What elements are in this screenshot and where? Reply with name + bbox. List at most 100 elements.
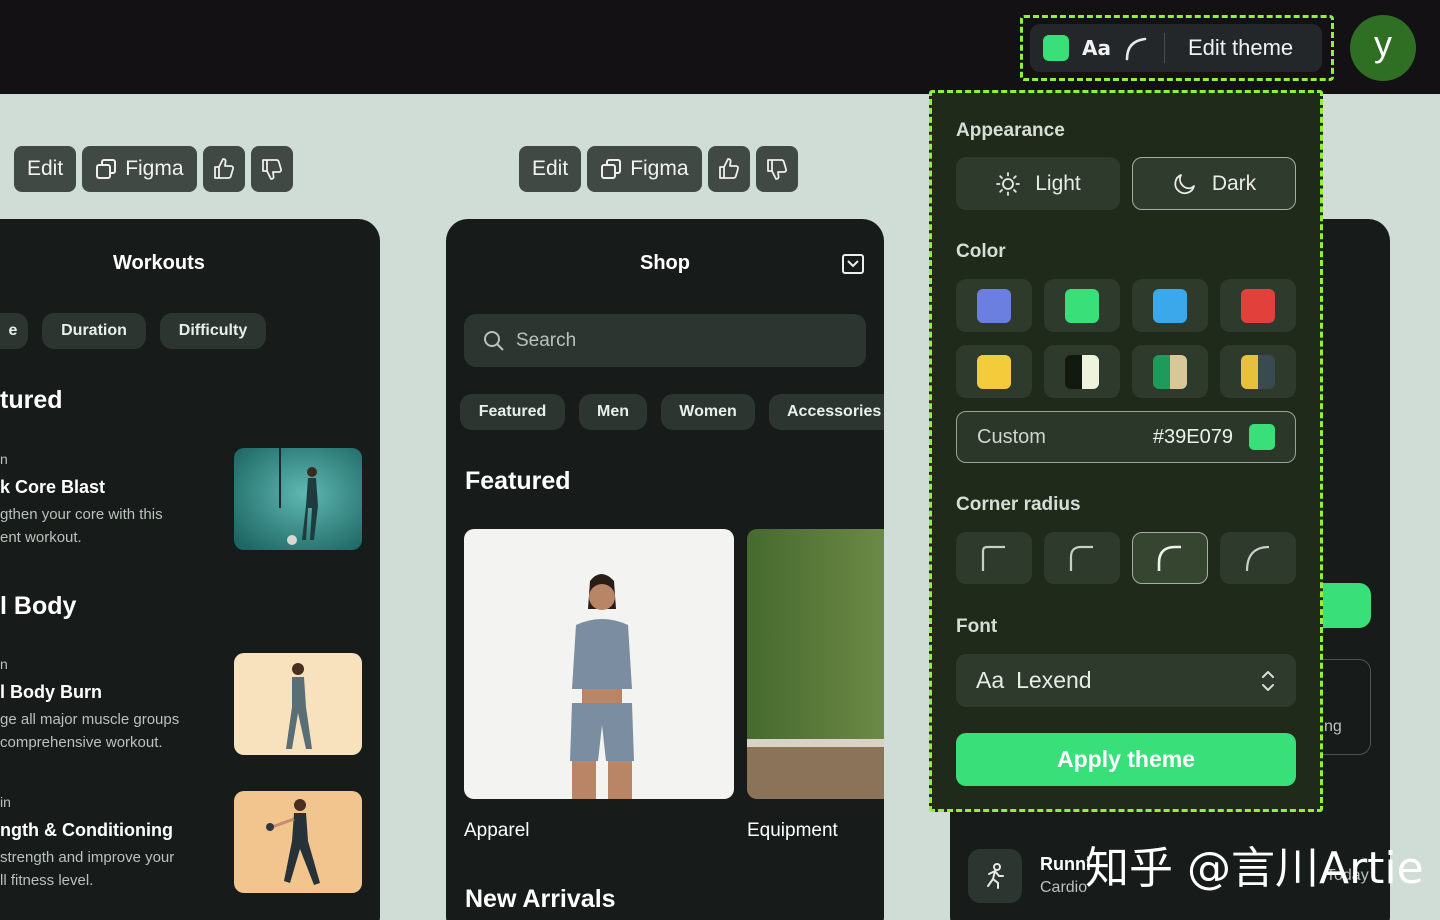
corner-radius-option-3[interactable] [1132,532,1208,584]
search-input[interactable]: Search [464,314,866,367]
product-card-equipment[interactable] [747,529,884,799]
category-chip-men[interactable]: Men [579,394,647,430]
copy-icon [96,159,117,179]
workout-description: gthen your core with this ent workout. [0,506,163,546]
font-select[interactable]: Aa Lexend [956,654,1296,707]
font-glyph: Aa [1082,36,1111,60]
color-label: Color [956,241,1006,262]
color-swatch-fill [1153,354,1187,389]
divider [1163,33,1165,63]
corner-radius-label: Corner radius [956,494,1081,515]
filter-chip-difficulty[interactable]: Difficulty [160,313,266,349]
color-swatch-green-tan[interactable] [1132,345,1208,398]
edit-theme-highlight: Aa Edit theme [1020,15,1334,81]
font-prefix: Aa [976,667,1005,693]
category-chip-featured[interactable]: Featured [460,394,565,430]
equipment-image [747,529,884,799]
running-icon [987,863,1004,889]
apparel-image [464,529,734,799]
figma-button[interactable]: Figma [82,146,197,192]
thumbs-down-button[interactable] [755,146,798,192]
workout-name[interactable]: ngth & Conditioning [0,820,173,841]
custom-hex-value: #39E079 [1152,425,1233,448]
color-swatch-green[interactable] [1044,279,1120,332]
preview-toolbar-2: Edit Figma [519,146,798,192]
edit-button[interactable]: Edit [519,146,582,192]
custom-color-preview [1249,424,1275,450]
color-swatch-gold-slate[interactable] [1220,345,1296,398]
avatar[interactable]: y [1350,15,1416,81]
woman-exercising-image [234,791,362,893]
woman-exercising-image [234,653,362,755]
section-title-featured: tured [0,386,63,414]
search-icon [484,330,504,351]
color-swatch-fill [1065,288,1099,323]
color-swatch-black-cream[interactable] [1044,345,1120,398]
page-title: Shop [640,252,690,274]
activity-type: Cardio [1040,879,1088,896]
workout-thumbnail[interactable] [234,653,362,755]
primary-action-button[interactable] [1323,583,1371,628]
workout-name[interactable]: l Body Burn [0,682,102,703]
thumbs-up-icon [718,158,739,179]
product-card-apparel[interactable] [464,529,734,799]
section-title-new-arrivals: New Arrivals [465,885,616,913]
corner-radius-option-4[interactable] [1220,532,1296,584]
workout-name[interactable]: k Core Blast [0,477,105,498]
thumbs-up-button[interactable] [707,146,750,192]
workout-thumbnail[interactable] [234,791,362,893]
color-swatch-sky-blue[interactable] [1132,279,1208,332]
category-chip-accessories[interactable]: Accessories [769,394,884,430]
workout-description: ge all major muscle groups comprehensive … [0,711,180,751]
color-swatch-fill [1153,288,1187,323]
stat-card-label: ng [1324,718,1342,735]
dark-label: Dark [1211,171,1257,195]
preview-toolbar-1: Edit Figma [14,146,293,192]
workout-description: strength and improve your ll fitness leve… [0,849,175,889]
section-title-full-body: l Body [0,592,77,620]
corner-radius-icon [981,545,1005,571]
color-swatch-fill [977,354,1011,389]
light-mode-button[interactable]: Light [956,157,1120,210]
thumbs-up-icon [213,158,234,179]
section-title-featured: Featured [465,467,571,495]
figma-button[interactable]: Figma [587,146,702,192]
corner-radius-icon [1069,545,1093,571]
light-label: Light [1035,171,1081,195]
dark-mode-button[interactable]: Dark [1132,157,1296,210]
page-title: Workouts [113,252,205,274]
color-swatch-fill [1241,288,1275,323]
apply-theme-button[interactable]: Apply theme [956,733,1296,786]
workout-duration: n [0,656,8,672]
edit-label: Edit [27,157,64,180]
edit-button[interactable]: Edit [14,146,77,192]
workout-duration: in [0,794,11,810]
color-swatch-fill [1241,354,1275,389]
filter-chip-duration[interactable]: Duration [42,313,146,349]
activity-name[interactable]: Runni [1040,854,1091,875]
corner-radius-option-1[interactable] [956,532,1032,584]
corner-radius-icon [1245,545,1270,572]
sun-icon [996,171,1021,196]
workout-thumbnail[interactable] [234,448,362,550]
cart-icon[interactable] [841,253,865,275]
filter-chip[interactable]: e [0,313,28,349]
color-swatch-purple-blue[interactable] [956,279,1032,332]
corner-radius-icon [1157,545,1181,571]
thumbs-down-button[interactable] [250,146,293,192]
appearance-label: Appearance [956,120,1065,141]
custom-color-field[interactable]: Custom #39E079 [956,411,1296,463]
color-swatch-red[interactable] [1220,279,1296,332]
font-label: Font [956,616,998,637]
product-label: Equipment [747,820,838,841]
figma-label: Figma [630,157,689,180]
moon-icon [1174,173,1195,194]
edit-label: Edit [532,157,569,180]
category-chip-women[interactable]: Women [661,394,755,430]
thumbs-up-button[interactable] [202,146,245,192]
custom-label: Custom [977,425,1046,448]
corner-radius-option-2[interactable] [1044,532,1120,584]
color-swatch-yellow[interactable] [956,345,1032,398]
copy-icon [601,159,622,179]
edit-theme-button[interactable]: Aa Edit theme [1030,24,1322,72]
